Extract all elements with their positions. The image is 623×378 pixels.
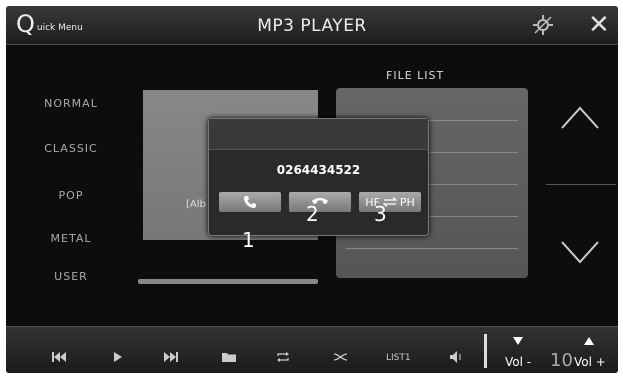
volume-separator: [484, 334, 487, 368]
page-title: MP3 PLAYER: [257, 16, 367, 36]
scroll-up-icon[interactable]: [558, 102, 602, 132]
answer-call-button[interactable]: [219, 192, 281, 212]
ph-label: PH: [399, 195, 415, 209]
volume-up-button[interactable]: Vol +: [574, 355, 606, 369]
callout-2: 2: [306, 202, 319, 226]
close-icon[interactable]: ✕: [588, 12, 610, 38]
eq-normal[interactable]: NORMAL: [26, 97, 116, 110]
volume-up-icon[interactable]: [584, 337, 594, 345]
volume-level: 10: [550, 350, 573, 371]
shuffle-icon[interactable]: [334, 352, 348, 362]
settings-icon[interactable]: [532, 14, 554, 36]
eq-metal[interactable]: METAL: [26, 232, 116, 245]
popup-header: [209, 119, 428, 150]
next-track-icon[interactable]: [164, 352, 178, 362]
volume-down-button[interactable]: Vol -: [505, 355, 531, 369]
play-icon[interactable]: [113, 352, 123, 362]
side-divider: [546, 184, 616, 185]
hf-ph-switch-button[interactable]: HF PH: [359, 192, 421, 212]
screen: Q uick Menu MP3 PLAYER ✕ NORMAL CLASSIC …: [6, 6, 618, 373]
eq-pop[interactable]: POP: [26, 189, 116, 202]
mute-icon[interactable]: [450, 351, 464, 363]
callout-1: 1: [242, 228, 255, 252]
folder-icon[interactable]: [222, 352, 236, 362]
file-list-divider: [346, 248, 518, 249]
eq-classic[interactable]: CLASSIC: [26, 142, 116, 155]
previous-track-icon[interactable]: [52, 352, 66, 362]
progress-bar[interactable]: [138, 279, 318, 284]
volume-down-icon[interactable]: [513, 337, 523, 345]
phone-number: 0264434522: [276, 163, 361, 177]
hangup-call-button[interactable]: [289, 192, 351, 212]
album-label: [Alb: [186, 199, 206, 210]
callout-3: 3: [374, 202, 387, 226]
file-list-title: FILE LIST: [386, 69, 445, 82]
call-answer-icon: [244, 196, 256, 208]
scroll-down-icon[interactable]: [558, 238, 602, 268]
top-bar: Q uick Menu MP3 PLAYER ✕: [6, 6, 618, 45]
eq-user[interactable]: USER: [26, 270, 116, 283]
repeat-icon[interactable]: [276, 351, 290, 363]
list-button[interactable]: LIST1: [386, 352, 411, 364]
